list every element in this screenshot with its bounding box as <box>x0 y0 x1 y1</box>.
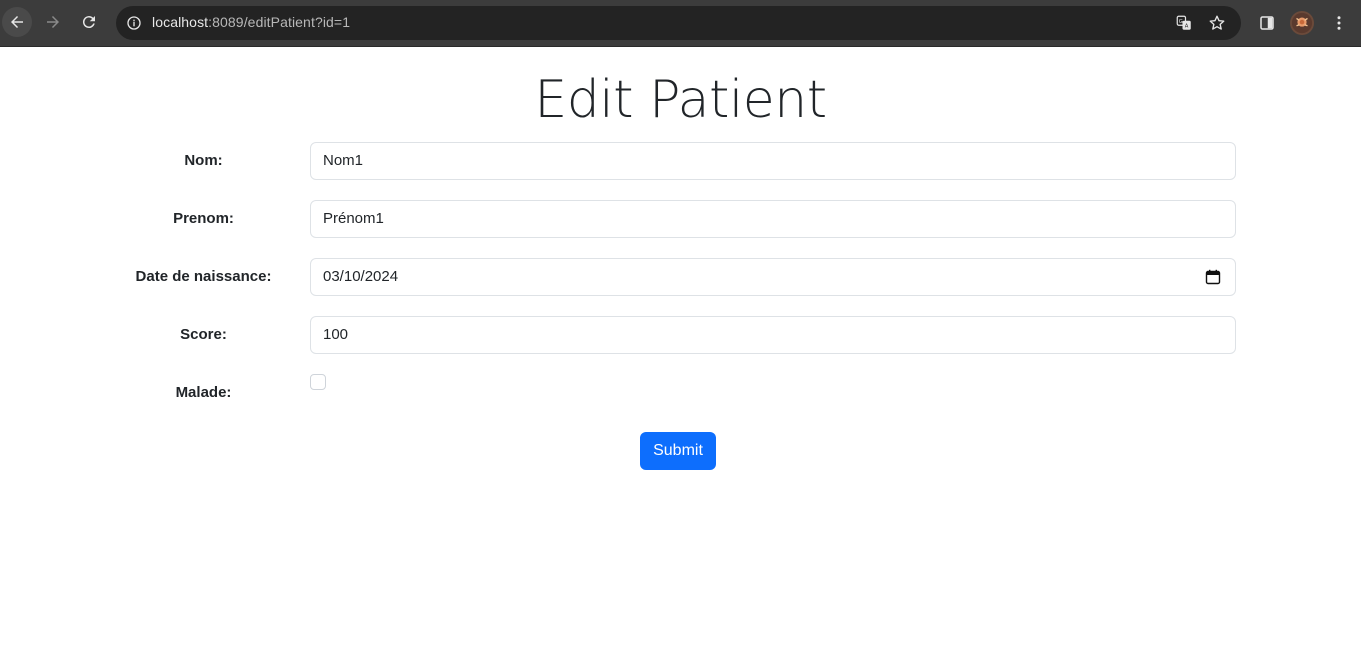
form-row-score: Score: 100 <box>0 316 1361 354</box>
side-panel-icon[interactable] <box>1256 12 1278 34</box>
url-host: localhost <box>152 14 209 30</box>
svg-text:A: A <box>1185 24 1189 30</box>
date-naissance-value: 03/10/2024 <box>323 268 399 285</box>
form-row-malade: Malade: <box>0 374 1361 412</box>
arrow-left-icon <box>11 16 23 28</box>
malade-checkbox[interactable] <box>310 374 326 390</box>
score-input[interactable]: 100 <box>310 316 1236 354</box>
form-row-prenom: Prenom: Prénom1 <box>0 200 1361 238</box>
nom-label: Nom: <box>184 152 223 169</box>
prenom-label: Prenom: <box>173 210 234 227</box>
back-button[interactable] <box>2 7 32 37</box>
form-row-date-naissance: Date de naissance: 03/10/2024 <box>0 258 1361 296</box>
score-label: Score: <box>180 326 227 343</box>
profile-avatar[interactable] <box>1290 11 1314 35</box>
page-title: Edit Patient <box>534 70 827 130</box>
arrow-right-icon <box>47 16 59 28</box>
page-content: Edit Patient Nom: Nom1 Prenom: Prénom1 D… <box>0 48 1361 651</box>
url-path: :8089/editPatient?id=1 <box>208 14 351 30</box>
kebab-menu-icon[interactable] <box>1328 12 1350 34</box>
prenom-input[interactable]: Prénom1 <box>310 200 1236 238</box>
malade-label: Malade: <box>175 384 232 401</box>
browser-toolbar: localhost:8089/editPatient?id=1 GA <box>0 0 1361 47</box>
site-info-button[interactable] <box>122 11 146 35</box>
date-naissance-label: Date de naissance: <box>135 268 272 285</box>
address-bar[interactable]: localhost:8089/editPatient?id=1 GA <box>116 6 1241 40</box>
calendar-icon[interactable] <box>1205 269 1221 285</box>
translate-icon[interactable]: GA <box>1174 13 1194 33</box>
reload-icon <box>82 16 95 29</box>
submit-button[interactable]: Submit <box>640 432 716 470</box>
info-icon <box>127 16 141 30</box>
url-text: localhost:8089/editPatient?id=1 <box>152 14 350 30</box>
nom-input[interactable]: Nom1 <box>310 142 1236 180</box>
reload-button[interactable] <box>74 7 104 37</box>
forward-button[interactable] <box>38 7 68 37</box>
bookmark-star-icon[interactable] <box>1207 13 1227 33</box>
date-naissance-input[interactable]: 03/10/2024 <box>310 258 1236 296</box>
form-row-nom: Nom: Nom1 <box>0 142 1361 180</box>
svg-text:G: G <box>1179 19 1183 25</box>
